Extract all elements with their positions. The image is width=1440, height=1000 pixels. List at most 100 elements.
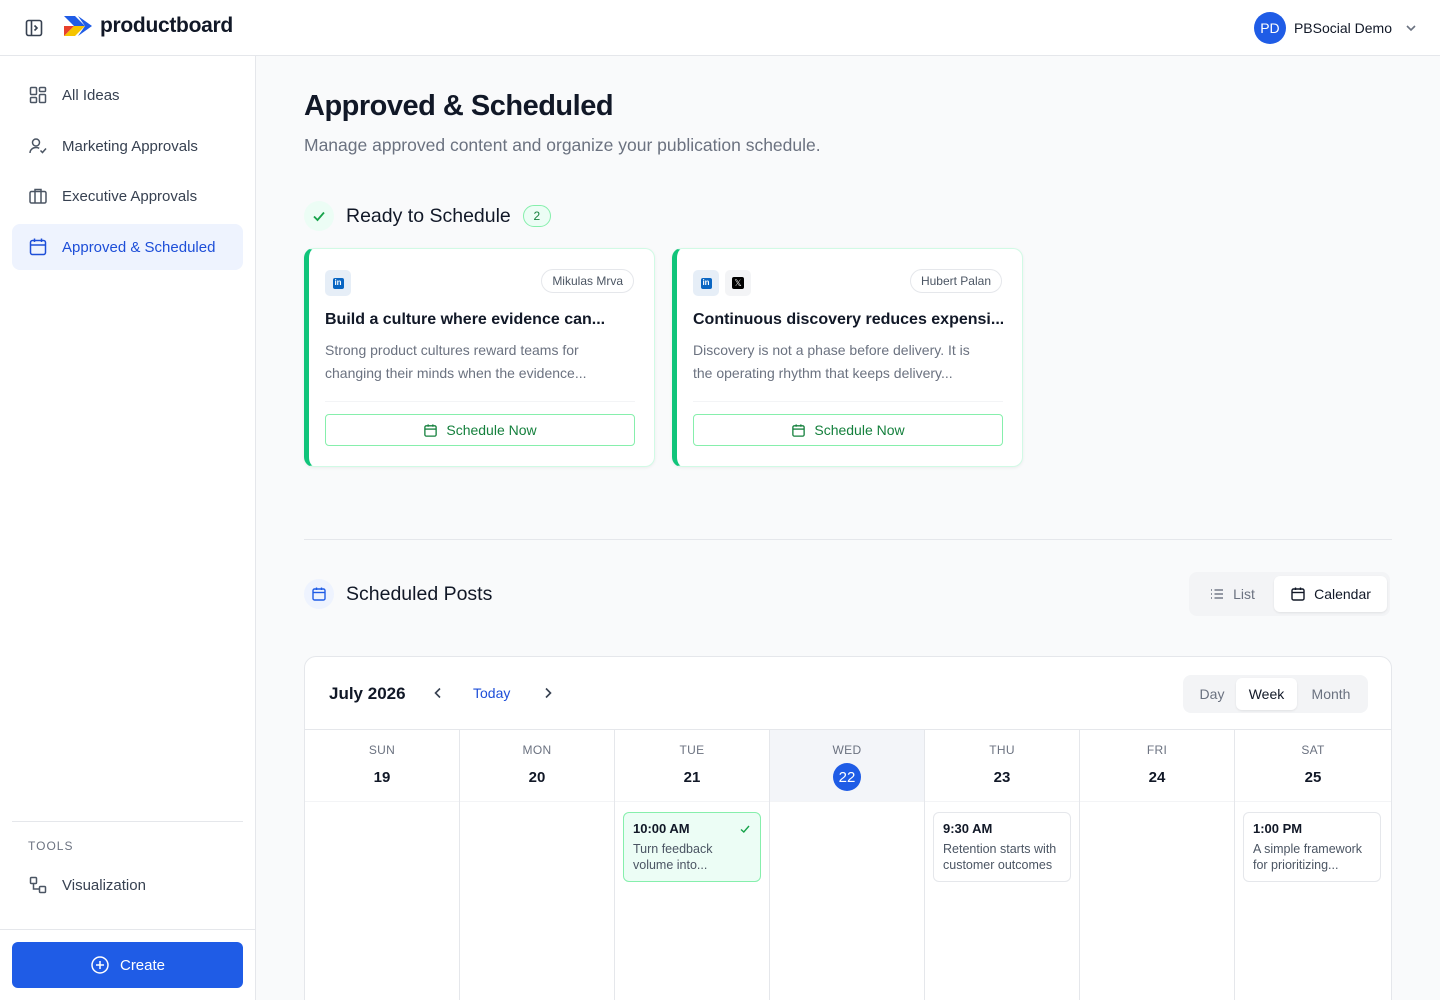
tools-section-label: TOOLS: [28, 839, 74, 853]
ready-section-header: Ready to Schedule 2: [304, 201, 551, 231]
list-view-button[interactable]: List: [1193, 576, 1271, 612]
diagram-icon: [29, 876, 47, 894]
day-range-button[interactable]: Day: [1187, 678, 1237, 710]
day-column-sat[interactable]: SAT 25 1:00 PM A simple framework for pr…: [1235, 730, 1391, 1000]
list-icon: [1211, 589, 1224, 599]
day-number: 20: [528, 768, 546, 786]
schedule-now-button[interactable]: Schedule Now: [325, 414, 635, 446]
section-icon: [304, 579, 334, 609]
event-title: A simple framework for prioritizing...: [1253, 842, 1363, 872]
day-column-wed[interactable]: WED 22: [770, 730, 925, 1000]
day-column-thu[interactable]: THU 23 9:30 AM Retention starts with cus…: [925, 730, 1080, 1000]
calendar-month: July 2026: [329, 684, 406, 703]
section-title: Scheduled Posts: [346, 582, 493, 605]
week-range-button[interactable]: Week: [1236, 678, 1297, 710]
day-number: 25: [1304, 768, 1322, 786]
day-of-week: THU: [989, 743, 1015, 757]
sidebar-item-approved-scheduled[interactable]: Approved & Scheduled: [12, 224, 243, 270]
month-range-button[interactable]: Month: [1299, 678, 1363, 710]
author-chip: Mikulas Mrva: [541, 269, 634, 293]
user-check-icon: [29, 138, 47, 154]
calendar-view-label: Calendar: [1314, 586, 1371, 602]
scheduled-event[interactable]: 9:30 AM Retention starts with customer o…: [933, 812, 1071, 882]
day-column-fri[interactable]: FRI 24: [1080, 730, 1235, 1000]
card-body: Discovery is not a phase before delivery…: [693, 342, 970, 381]
day-number: 21: [683, 768, 701, 786]
avatar: PD: [1253, 12, 1286, 44]
chevron-left-icon[interactable]: [430, 685, 446, 701]
brand-logo[interactable]: productboard: [64, 14, 233, 38]
day-number: 19: [373, 768, 391, 786]
create-button[interactable]: Create: [12, 942, 243, 988]
page-subtitle: Manage approved content and organize you…: [304, 135, 821, 155]
day-of-week: FRI: [1146, 743, 1168, 757]
day-header: THU 23: [925, 730, 1079, 802]
top-bar: productboard PD PBSocial Demo: [0, 0, 1440, 56]
schedule-now-button[interactable]: Schedule Now: [693, 414, 1003, 446]
platform-icons: in: [325, 270, 351, 296]
day-header: TUE 21: [615, 730, 769, 802]
briefcase-icon: [29, 188, 47, 204]
calendar-view-button[interactable]: Calendar: [1274, 576, 1387, 612]
day-of-week: WED: [832, 743, 862, 757]
sidebar-item-marketing-approvals[interactable]: Marketing Approvals: [12, 123, 243, 169]
day-column-tue[interactable]: TUE 21 10:00 AM Turn feedback volume int…: [615, 730, 770, 1000]
event-time: 10:00 AM: [633, 821, 690, 836]
event-time: 9:30 AM: [943, 821, 993, 836]
divider: [304, 539, 1392, 540]
day-header: SUN 19: [305, 730, 459, 802]
day-number: 24: [1148, 768, 1166, 786]
scheduled-event[interactable]: 1:00 PM A simple framework for prioritiz…: [1243, 812, 1381, 882]
productboard-logo-icon: [64, 16, 92, 36]
divider: [325, 401, 635, 402]
ready-card[interactable]: in Mikulas Mrva Build a culture where ev…: [304, 248, 655, 467]
calendar-icon: [312, 587, 326, 601]
section-title: Ready to Schedule: [346, 204, 511, 227]
ready-card[interactable]: in 𝕏 Hubert Palan Continuous discovery r…: [672, 248, 1023, 467]
calendar-icon: [1291, 587, 1305, 601]
day-header: SAT 25: [1235, 730, 1391, 802]
scheduled-section-header: Scheduled Posts: [304, 579, 492, 609]
chevron-down-icon: [1406, 25, 1416, 32]
sidebar-item-label: All Ideas: [62, 86, 120, 104]
sidebar-item-label: Visualization: [62, 876, 146, 894]
event-time: 1:00 PM: [1253, 821, 1303, 836]
day-column-mon[interactable]: MON 20: [460, 730, 615, 1000]
day-number-today: 22: [833, 763, 861, 791]
section-icon: [304, 201, 334, 231]
day-column-sun[interactable]: SUN 19: [305, 730, 460, 1000]
brand-name: productboard: [100, 14, 233, 37]
linkedin-icon: in: [693, 270, 719, 296]
sidebar-item-all-ideas[interactable]: All Ideas: [12, 72, 243, 118]
calendar-icon: [792, 423, 806, 437]
platform-icons: in 𝕏: [693, 270, 751, 296]
sidebar-item-label: Marketing Approvals: [62, 137, 198, 155]
grid-icon: [29, 86, 47, 104]
schedule-now-label: Schedule Now: [814, 422, 905, 438]
day-of-week: MON: [522, 743, 552, 757]
user-menu[interactable]: PD PBSocial Demo: [1253, 12, 1418, 44]
calendar-icon: [29, 238, 47, 256]
sidebar: All Ideas Marketing Approvals Executive …: [0, 56, 256, 1000]
sidebar-toggle-icon[interactable]: [25, 19, 43, 37]
card-title: Build a culture where evidence can...: [325, 311, 606, 328]
today-button[interactable]: Today: [473, 685, 510, 701]
check-icon: [740, 825, 750, 833]
event-title: Retention starts with customer outcomes: [943, 842, 1057, 872]
plus-circle-icon: [91, 956, 109, 974]
card-title: Continuous discovery reduces expensi...: [693, 311, 1003, 328]
list-view-label: List: [1233, 586, 1255, 602]
day-of-week: TUE: [679, 743, 705, 757]
sidebar-item-label: Approved & Scheduled: [62, 238, 216, 256]
chevron-right-icon[interactable]: [540, 685, 556, 701]
event-title: Turn feedback volume into...: [633, 842, 713, 872]
view-toggle: List Calendar: [1189, 572, 1390, 616]
divider: [12, 821, 243, 822]
sidebar-item-visualization[interactable]: Visualization: [12, 862, 243, 908]
day-number: 23: [993, 768, 1011, 786]
user-name: PBSocial Demo: [1293, 20, 1392, 36]
scheduled-event[interactable]: 10:00 AM Turn feedback volume into...: [623, 812, 761, 882]
check-icon: [313, 211, 325, 222]
sidebar-item-label: Executive Approvals: [62, 187, 198, 205]
sidebar-item-executive-approvals[interactable]: Executive Approvals: [12, 173, 243, 219]
